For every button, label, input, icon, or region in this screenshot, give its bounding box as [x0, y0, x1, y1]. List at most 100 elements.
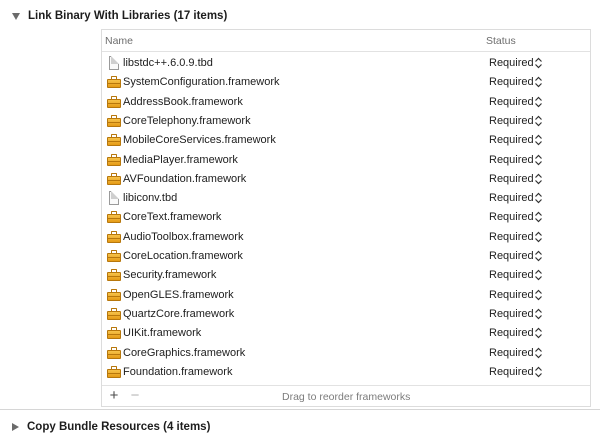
library-name: Foundation.framework [123, 365, 233, 378]
up-down-stepper-icon[interactable] [534, 75, 543, 89]
framework-icon [107, 114, 121, 128]
table-row[interactable]: MediaPlayer.framework Required [102, 151, 590, 170]
status-popup[interactable]: Required [489, 76, 534, 88]
link-binary-section-header[interactable]: Link Binary With Libraries (17 items) [0, 5, 600, 27]
table-row[interactable]: AddressBook.framework Required [102, 93, 590, 112]
copy-bundle-section-header[interactable]: Copy Bundle Resources (4 items) [0, 416, 600, 438]
library-name: CoreText.framework [123, 211, 222, 224]
status-popup[interactable]: Required [489, 211, 534, 223]
framework-icon [107, 153, 121, 167]
library-name: MediaPlayer.framework [123, 153, 238, 166]
framework-icon [107, 210, 121, 224]
status-popup[interactable]: Required [489, 96, 534, 108]
framework-icon [107, 307, 121, 321]
library-name: AVFoundation.framework [123, 172, 247, 185]
library-name: UIKit.framework [123, 327, 202, 340]
section-title: Copy Bundle Resources (4 items) [27, 421, 211, 433]
status-popup[interactable]: Required [489, 366, 534, 378]
table-row[interactable]: libiconv.tbd Required [102, 189, 590, 208]
table-row[interactable]: CoreTelephony.framework Required [102, 112, 590, 131]
up-down-stepper-icon[interactable] [534, 210, 543, 224]
library-name: OpenGLES.framework [123, 288, 234, 301]
status-popup[interactable]: Required [489, 134, 534, 146]
drag-hint: Drag to reorder frameworks [282, 391, 411, 403]
table-header: Name Status [102, 30, 590, 52]
library-name: MobileCoreServices.framework [123, 134, 276, 147]
framework-icon [107, 288, 121, 302]
library-name: libiconv.tbd [123, 192, 178, 205]
table-row[interactable]: AudioToolbox.framework Required [102, 228, 590, 247]
up-down-stepper-icon[interactable] [534, 230, 543, 244]
library-name: AudioToolbox.framework [123, 230, 244, 243]
status-popup[interactable]: Required [489, 250, 534, 262]
section-title: Link Binary With Libraries (17 items) [28, 10, 228, 22]
up-down-stepper-icon[interactable] [534, 114, 543, 128]
library-name: Security.framework [123, 269, 217, 282]
table-row[interactable]: Security.framework Required [102, 266, 590, 285]
table-row[interactable]: QuartzCore.framework Required [102, 305, 590, 324]
table-row[interactable]: libstdc++.6.0.9.tbd Required [102, 54, 590, 73]
table-row[interactable]: OpenGLES.framework Required [102, 286, 590, 305]
disclosure-triangle-down-icon[interactable] [12, 12, 20, 20]
status-popup[interactable]: Required [489, 308, 534, 320]
framework-icon [107, 249, 121, 263]
tbd-file-icon [107, 191, 121, 206]
library-name: QuartzCore.framework [123, 307, 235, 320]
column-header-status[interactable]: Status [486, 35, 516, 47]
tbd-file-icon [107, 56, 121, 70]
up-down-stepper-icon[interactable] [534, 346, 543, 360]
status-popup[interactable]: Required [489, 115, 534, 127]
framework-icon [107, 365, 121, 379]
up-down-stepper-icon[interactable] [534, 249, 543, 263]
framework-icon [107, 133, 121, 147]
library-name: SystemConfiguration.framework [123, 76, 280, 89]
status-popup[interactable]: Required [489, 347, 534, 359]
table-footer: + − Drag to reorder frameworks [102, 385, 590, 407]
framework-icon [107, 326, 121, 340]
library-name: CoreTelephony.framework [123, 114, 251, 127]
library-name: CoreLocation.framework [123, 250, 243, 262]
status-popup[interactable]: Required [489, 57, 534, 69]
library-name: CoreGraphics.framework [123, 346, 246, 359]
table-row[interactable]: CoreGraphics.framework Required [102, 344, 590, 363]
table-row[interactable]: AVFoundation.framework Required [102, 170, 590, 189]
up-down-stepper-icon[interactable] [534, 191, 543, 205]
up-down-stepper-icon[interactable] [534, 288, 543, 302]
status-popup[interactable]: Required [489, 231, 534, 243]
up-down-stepper-icon[interactable] [534, 326, 543, 340]
status-popup[interactable]: Required [489, 327, 534, 339]
table-row[interactable]: MobileCoreServices.framework Required [102, 131, 590, 150]
framework-icon [107, 230, 121, 244]
table-row[interactable]: CoreText.framework Required [102, 208, 590, 227]
libraries-table: Name Status libstdc++.6.0.9.tbd Required S… [101, 29, 591, 407]
disclosure-triangle-right-icon[interactable] [12, 423, 19, 431]
table-row[interactable]: UIKit.framework Required [102, 324, 590, 343]
up-down-stepper-icon[interactable] [534, 365, 543, 379]
framework-icon [107, 75, 121, 89]
remove-button[interactable]: − [129, 387, 141, 404]
up-down-stepper-icon[interactable] [534, 56, 543, 70]
framework-icon [107, 95, 121, 109]
section-divider [0, 409, 600, 410]
up-down-stepper-icon[interactable] [534, 172, 543, 186]
table-row[interactable]: Foundation.framework Required [102, 363, 590, 382]
status-popup[interactable]: Required [489, 154, 534, 166]
status-popup[interactable]: Required [489, 289, 534, 301]
framework-icon [107, 346, 121, 360]
status-popup[interactable]: Required [489, 192, 534, 204]
status-popup[interactable]: Required [489, 173, 534, 185]
library-name: libstdc++.6.0.9.tbd [123, 57, 213, 69]
add-button[interactable]: + [108, 387, 120, 404]
library-name: AddressBook.framework [123, 95, 243, 108]
framework-icon [107, 172, 121, 186]
status-popup[interactable]: Required [489, 269, 534, 281]
up-down-stepper-icon[interactable] [534, 133, 543, 147]
up-down-stepper-icon[interactable] [534, 153, 543, 167]
framework-icon [107, 268, 121, 282]
up-down-stepper-icon[interactable] [534, 95, 543, 109]
table-row[interactable]: SystemConfiguration.framework Required [102, 73, 590, 92]
up-down-stepper-icon[interactable] [534, 307, 543, 321]
column-header-name[interactable]: Name [105, 35, 133, 47]
table-row[interactable]: CoreLocation.framework Required [102, 247, 590, 266]
up-down-stepper-icon[interactable] [534, 268, 543, 282]
